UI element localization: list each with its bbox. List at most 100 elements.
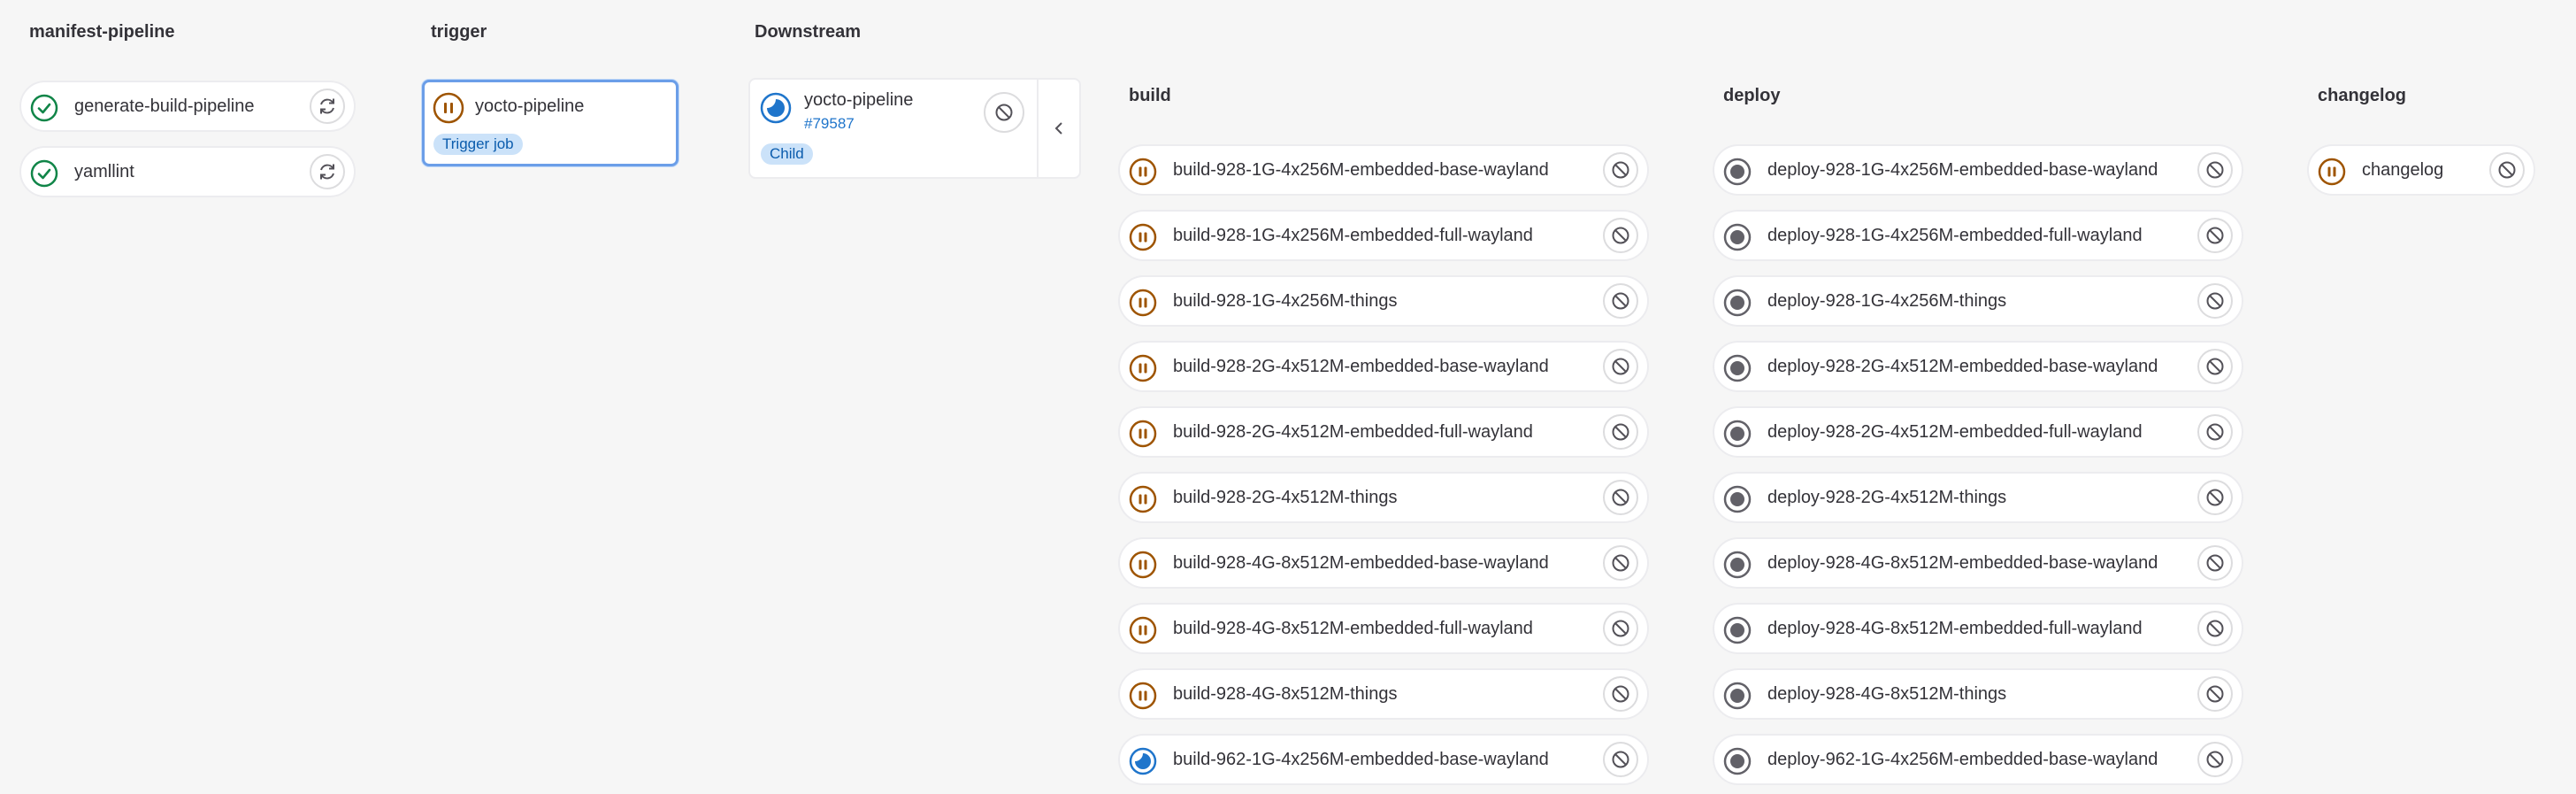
manual-status-icon — [1129, 158, 1157, 186]
job-build[interactable]: build-928-4G-8x512M-things — [1118, 668, 1649, 720]
job-name: deploy-928-2G-4x512M-things — [1767, 488, 2007, 507]
cancel-button[interactable] — [1603, 480, 1638, 515]
job-name: deploy-962-1G-4x256M-embedded-base-wayla… — [1767, 750, 2158, 769]
retry-button[interactable] — [310, 154, 345, 189]
cancel-icon — [2205, 291, 2225, 311]
job-build[interactable]: build-928-2G-4x512M-embedded-base-waylan… — [1118, 341, 1649, 392]
job-build[interactable]: build-928-2G-4x512M-embedded-full-waylan… — [1118, 406, 1649, 458]
cancel-icon — [2497, 160, 2517, 180]
cancel-button[interactable] — [2197, 283, 2233, 319]
stage-title-manifest-pipeline: manifest-pipeline — [29, 22, 175, 42]
job-deploy[interactable]: deploy-962-1G-4x256M-embedded-base-wayla… — [1713, 734, 2243, 785]
created-status-icon — [1723, 354, 1752, 382]
cancel-button[interactable] — [2197, 480, 2233, 515]
cancel-icon — [2205, 357, 2225, 376]
job-build[interactable]: build-928-4G-8x512M-embedded-base-waylan… — [1118, 537, 1649, 589]
job-build[interactable]: build-928-1G-4x256M-things — [1118, 275, 1649, 327]
job-deploy[interactable]: deploy-928-4G-8x512M-things — [1713, 668, 2243, 720]
retry-icon — [317, 161, 338, 182]
retry-button[interactable] — [310, 89, 345, 124]
created-status-icon — [1723, 551, 1752, 579]
downstream-child-badge: Child — [761, 143, 813, 165]
job-deploy[interactable]: deploy-928-2G-4x512M-things — [1713, 472, 2243, 523]
job-build[interactable]: build-928-2G-4x512M-things — [1118, 472, 1649, 523]
trigger-job-name: yocto-pipeline — [475, 96, 585, 116]
job-build[interactable]: build-962-1G-4x256M-embedded-base-waylan… — [1118, 734, 1649, 785]
job-name: changelog — [2362, 160, 2444, 180]
job-build[interactable]: build-928-1G-4x256M-embedded-base-waylan… — [1118, 144, 1649, 196]
manual-status-icon — [2318, 158, 2346, 186]
manual-status-icon — [1129, 289, 1157, 317]
cancel-button[interactable] — [2197, 611, 2233, 646]
cancel-button[interactable] — [2197, 545, 2233, 581]
cancel-button[interactable] — [1603, 414, 1638, 450]
created-status-icon — [1723, 289, 1752, 317]
job-name: deploy-928-4G-8x512M-embedded-full-wayla… — [1767, 619, 2143, 638]
created-status-icon — [1723, 682, 1752, 710]
cancel-icon — [1611, 357, 1630, 376]
manual-status-icon — [1129, 354, 1157, 382]
trigger-job-card[interactable]: yocto-pipeline Trigger job — [422, 80, 678, 166]
stage-title-build: build — [1129, 86, 1171, 105]
cancel-icon — [2205, 422, 2225, 442]
job-name: build-928-1G-4x256M-things — [1173, 291, 1398, 311]
cancel-icon — [2205, 553, 2225, 573]
manual-status-icon — [1129, 223, 1157, 251]
collapse-downstream-button[interactable] — [1039, 80, 1079, 177]
job-name: build-928-4G-8x512M-things — [1173, 684, 1398, 704]
job-manifest[interactable]: generate-build-pipeline — [19, 81, 356, 132]
downstream-cancel-button[interactable] — [984, 92, 1024, 133]
stage-title-trigger: trigger — [431, 22, 487, 42]
job-changelog[interactable]: changelog — [2307, 144, 2535, 196]
job-name: deploy-928-4G-8x512M-embedded-base-wayla… — [1767, 553, 2158, 573]
job-name: deploy-928-2G-4x512M-embedded-full-wayla… — [1767, 422, 2143, 442]
cancel-button[interactable] — [1603, 152, 1638, 188]
cancel-button[interactable] — [2489, 152, 2525, 188]
cancel-button[interactable] — [2197, 414, 2233, 450]
cancel-button[interactable] — [1603, 218, 1638, 253]
cancel-icon — [1611, 291, 1630, 311]
stage-title-changelog: changelog — [2318, 86, 2407, 105]
manual-status-icon — [1129, 420, 1157, 448]
job-name: yamllint — [74, 162, 134, 181]
job-name: deploy-928-1G-4x256M-embedded-full-wayla… — [1767, 226, 2143, 245]
cancel-icon — [1611, 488, 1630, 507]
cancel-button[interactable] — [1603, 611, 1638, 646]
cancel-button[interactable] — [1603, 742, 1638, 777]
cancel-icon — [2205, 226, 2225, 245]
running-status-icon — [760, 92, 792, 124]
cancel-button[interactable] — [2197, 152, 2233, 188]
downstream-pipeline-card[interactable]: yocto-pipeline #79587 Child — [748, 78, 1081, 179]
job-deploy[interactable]: deploy-928-4G-8x512M-embedded-base-wayla… — [1713, 537, 2243, 589]
cancel-button[interactable] — [1603, 545, 1638, 581]
job-deploy[interactable]: deploy-928-2G-4x512M-embedded-full-wayla… — [1713, 406, 2243, 458]
cancel-button[interactable] — [2197, 349, 2233, 384]
job-build[interactable]: build-928-1G-4x256M-embedded-full-waylan… — [1118, 210, 1649, 261]
cancel-icon — [1611, 553, 1630, 573]
cancel-button[interactable] — [2197, 676, 2233, 712]
manual-status-icon — [1129, 682, 1157, 710]
cancel-button[interactable] — [2197, 218, 2233, 253]
cancel-button[interactable] — [1603, 676, 1638, 712]
job-manifest[interactable]: yamllint — [19, 146, 356, 197]
cancel-button[interactable] — [1603, 283, 1638, 319]
job-build[interactable]: build-928-4G-8x512M-embedded-full-waylan… — [1118, 603, 1649, 654]
cancel-icon — [2205, 619, 2225, 638]
cancel-icon — [1611, 750, 1630, 769]
job-deploy[interactable]: deploy-928-1G-4x256M-things — [1713, 275, 2243, 327]
job-deploy[interactable]: deploy-928-2G-4x512M-embedded-base-wayla… — [1713, 341, 2243, 392]
job-deploy[interactable]: deploy-928-4G-8x512M-embedded-full-wayla… — [1713, 603, 2243, 654]
cancel-button[interactable] — [2197, 742, 2233, 777]
trigger-job-badge: Trigger job — [433, 134, 523, 155]
job-name: deploy-928-4G-8x512M-things — [1767, 684, 2007, 704]
manual-status-icon — [1129, 551, 1157, 579]
job-name: build-928-4G-8x512M-embedded-full-waylan… — [1173, 619, 1533, 638]
job-deploy[interactable]: deploy-928-1G-4x256M-embedded-full-wayla… — [1713, 210, 2243, 261]
downstream-pipeline-name[interactable]: yocto-pipeline — [804, 90, 913, 111]
job-deploy[interactable]: deploy-928-1G-4x256M-embedded-base-wayla… — [1713, 144, 2243, 196]
manual-status-icon — [1129, 485, 1157, 513]
cancel-icon — [2205, 160, 2225, 180]
downstream-pipeline-id-link[interactable]: #79587 — [804, 115, 855, 133]
cancel-button[interactable] — [1603, 349, 1638, 384]
stage-title-downstream: Downstream — [755, 22, 862, 42]
